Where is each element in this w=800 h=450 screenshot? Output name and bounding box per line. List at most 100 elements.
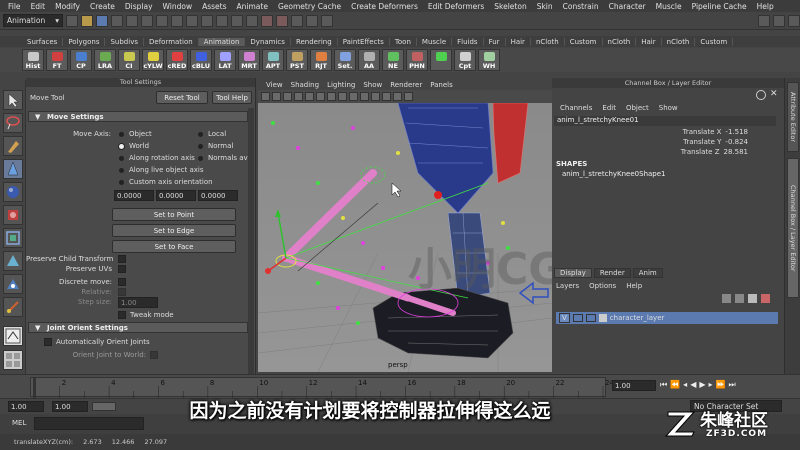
move-settings-section[interactable]: ▼ Move Settings <box>28 111 248 122</box>
film-gate-icon[interactable] <box>305 92 314 101</box>
shelf-tab-muscle[interactable]: Muscle <box>417 37 453 46</box>
render-icon[interactable] <box>261 14 273 27</box>
time-ruler[interactable]: 2 4 6 8 10 12 14 16 18 20 22 24 <box>30 377 614 398</box>
shelf-button-set[interactable]: Set. <box>334 49 356 71</box>
auto-orient-checkbox[interactable] <box>44 338 52 346</box>
last-tool-icon[interactable] <box>3 297 23 317</box>
universal-manipulator-icon[interactable] <box>3 228 23 248</box>
shelf-tab-toon[interactable]: Toon <box>390 37 417 46</box>
tab-display[interactable]: Display <box>554 268 592 278</box>
layer-color-swatch[interactable] <box>598 314 607 322</box>
selected-object-name[interactable]: anim_l_stretchyKnee01 <box>554 116 776 126</box>
menu-item-window[interactable]: Window <box>158 2 198 11</box>
range-inner-field[interactable]: 1.00 <box>52 401 88 412</box>
time-slider[interactable]: 2 4 6 8 10 12 14 16 18 20 22 24 1.00 ⏮ ⏪ ◂ ◀ ▶ ▸ ⏩ … <box>0 374 800 398</box>
shelf-tab-subdivs[interactable]: Subdivs <box>105 37 144 46</box>
shelf-button-mrt[interactable]: MRT <box>238 49 260 71</box>
axis-local-radio[interactable] <box>198 132 203 137</box>
tool-settings-scrollbar[interactable] <box>248 108 254 376</box>
wireframe-icon[interactable] <box>327 92 336 101</box>
mel-label[interactable]: MEL <box>12 419 26 427</box>
channel-box-tab[interactable]: Channel Box / Layer Editor <box>787 158 799 298</box>
select-component-icon[interactable] <box>141 14 153 27</box>
hud-icon[interactable] <box>404 92 413 101</box>
custom-axis-y-field[interactable]: 0.0000 <box>156 190 196 201</box>
shelf-tab-deformation[interactable]: Deformation <box>144 37 199 46</box>
play-forward-icon[interactable]: ▶ <box>699 380 705 390</box>
reset-tool-button[interactable]: Reset Tool <box>156 91 208 104</box>
attr-row[interactable]: Translate Z 28.581 <box>554 148 776 158</box>
shelf-button-wh[interactable]: WH <box>478 49 500 71</box>
axis-rotation-radio[interactable] <box>119 156 124 161</box>
shelf-tab-hair[interactable]: Hair <box>506 37 531 46</box>
show-channel-box-icon[interactable] <box>788 14 800 27</box>
menu-item-muscle[interactable]: Muscle <box>651 2 687 11</box>
menu-item-edit-deformers[interactable]: Edit Deformers <box>423 2 489 11</box>
custom-axis-x-field[interactable]: 0.0000 <box>114 190 154 201</box>
soft-mod-tool-icon[interactable] <box>3 251 23 271</box>
shelf-button-phn[interactable]: PHN <box>406 49 428 71</box>
shelf-tab-hair[interactable]: Hair <box>636 37 662 46</box>
tweak-mode-checkbox[interactable] <box>118 311 126 319</box>
shelf-button-pst[interactable]: PST <box>286 49 308 71</box>
step-size-field[interactable]: 1.00 <box>118 297 158 308</box>
viewport-menu-show[interactable]: Show <box>359 81 386 89</box>
attr-value[interactable]: 28.581 <box>724 148 749 158</box>
shelf-tab-rendering[interactable]: Rendering <box>291 37 338 46</box>
axis-world-radio[interactable] <box>119 144 124 149</box>
paint-select-tool-icon[interactable] <box>3 136 23 156</box>
history-icon[interactable] <box>246 14 258 27</box>
shape-name[interactable]: anim_l_stretchyKnee0Shape1 <box>562 170 666 178</box>
attr-value[interactable]: -0.824 <box>725 138 748 148</box>
attr-row[interactable]: Translate X -1.518 <box>554 128 776 138</box>
current-time-field[interactable]: 1.00 <box>612 380 656 391</box>
set-to-edge-button[interactable]: Set to Edge <box>112 224 236 237</box>
step-forward-icon[interactable]: ⏩ <box>716 380 726 390</box>
shelf-button-cpt[interactable]: Cpt <box>454 49 476 71</box>
channel-menu-edit[interactable]: Edit <box>597 104 621 112</box>
select-object-icon[interactable] <box>126 14 138 27</box>
lights-icon[interactable] <box>360 92 369 101</box>
render-settings-icon[interactable] <box>291 14 303 27</box>
circle-icon[interactable] <box>756 90 766 100</box>
layer-row[interactable]: V character_layer <box>556 312 778 324</box>
menu-item-skin[interactable]: Skin <box>532 2 558 11</box>
shelf-tab-ncloth[interactable]: nCloth <box>603 37 637 46</box>
set-to-face-button[interactable]: Set to Face <box>112 240 236 253</box>
tool-help-button[interactable]: Tool Help <box>212 91 252 104</box>
viewport-menu-panels[interactable]: Panels <box>426 81 457 89</box>
menu-item-skeleton[interactable]: Skeleton <box>489 2 531 11</box>
shelf-button-cred[interactable]: cRED <box>166 49 188 71</box>
discrete-move-checkbox[interactable] <box>118 278 126 286</box>
custom-axis-z-field[interactable]: 0.0000 <box>198 190 238 201</box>
show-tool-settings-icon[interactable] <box>773 14 785 27</box>
new-scene-icon[interactable] <box>66 14 78 27</box>
show-attribute-editor-icon[interactable] <box>758 14 770 27</box>
menu-item-file[interactable]: File <box>3 2 26 11</box>
tab-anim[interactable]: Anim <box>632 268 663 278</box>
input-field-icon[interactable] <box>321 14 333 27</box>
layer-visibility-toggle[interactable]: V <box>559 313 570 323</box>
new-layer-selected-icon[interactable] <box>761 294 770 303</box>
viewport-menu-lighting[interactable]: Lighting <box>323 81 359 89</box>
image-plane-icon[interactable] <box>283 92 292 101</box>
perspective-viewport[interactable]: View Shading Lighting Show Renderer Panels <box>258 80 552 372</box>
menu-item-create-deformers[interactable]: Create Deformers <box>346 2 423 11</box>
move-tool-icon[interactable] <box>3 159 23 179</box>
resolution-gate-icon[interactable] <box>316 92 325 101</box>
shelf-button-hist[interactable]: Hist <box>22 49 44 71</box>
set-to-point-button[interactable]: Set to Point <box>112 208 236 221</box>
menu-item-animate[interactable]: Animate <box>232 2 273 11</box>
xray-icon[interactable] <box>382 92 391 101</box>
tab-render[interactable]: Render <box>593 268 631 278</box>
shelf-button-rjt[interactable]: RJT <box>310 49 332 71</box>
ipr-render-icon[interactable] <box>276 14 288 27</box>
options-menu[interactable]: Options <box>589 282 616 290</box>
preserve-child-checkbox[interactable] <box>118 255 126 263</box>
viewport-menu-renderer[interactable]: Renderer <box>386 81 426 89</box>
scale-tool-icon[interactable] <box>3 205 23 225</box>
select-hierarchy-icon[interactable] <box>111 14 123 27</box>
smooth-shade-icon[interactable] <box>338 92 347 101</box>
shelf-tab-ncloth[interactable]: nCloth <box>662 37 696 46</box>
scene-view[interactable]: persp 小明CG <box>258 102 552 372</box>
